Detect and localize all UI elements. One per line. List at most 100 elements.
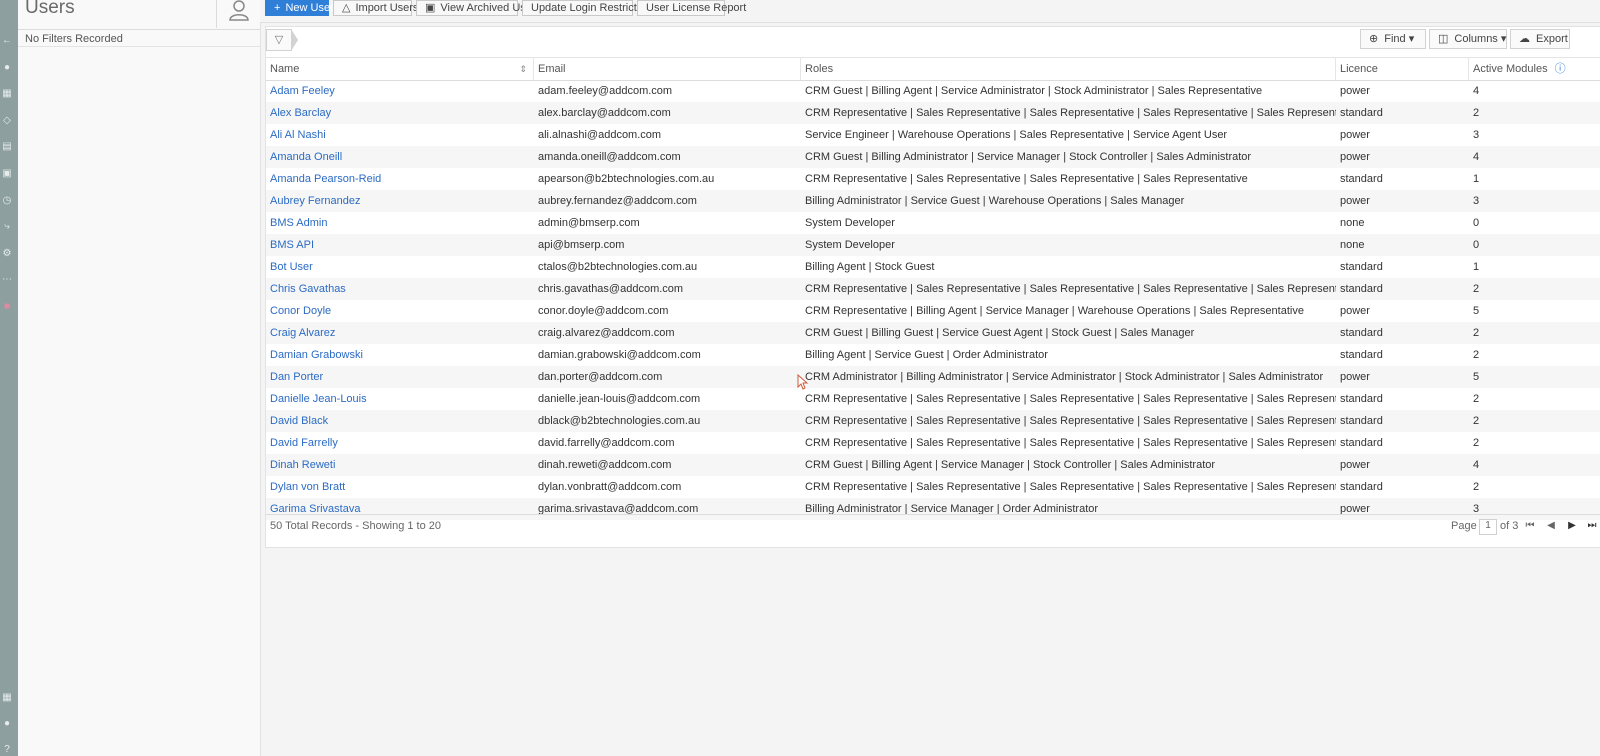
filter-button[interactable]: ▽ (266, 29, 292, 51)
email-cell: ctalos@b2btechnologies.com.au (538, 261, 698, 273)
table-row[interactable]: BMS API api@bmserp.com System Developer non… (266, 234, 1600, 256)
sort-icon[interactable]: ⇕ (519, 58, 527, 80)
table-row[interactable]: Amanda Oneill amanda.oneill@addcom.com CRM… (266, 146, 1600, 168)
user-name-link[interactable]: Dinah Reweti (266, 454, 534, 476)
roles-cell: Billing Agent | Stock Guest (805, 261, 935, 273)
new-user-button[interactable]: + New User (265, 0, 334, 16)
user-name-link[interactable]: Adam Feeley (266, 80, 534, 102)
email-cell: dblack@b2btechnologies.com.au (538, 415, 701, 427)
column-header-active-modules[interactable]: Active Modules ⓘ (1469, 58, 1600, 80)
user-name-link[interactable]: Bot User (266, 256, 534, 278)
column-header-licence[interactable]: Licence (1336, 58, 1469, 80)
last-page-icon[interactable]: ⏭ (1581, 515, 1600, 537)
grid-icon[interactable]: ▦ (1, 692, 13, 704)
import-users-button[interactable]: △ Import Users (333, 0, 418, 16)
active-modules-cell: 1 (1473, 173, 1480, 185)
active-modules-cell: 2 (1473, 393, 1480, 405)
filter-icon: ▽ (274, 34, 284, 46)
active-modules-cell: 4 (1473, 151, 1480, 163)
dots-icon[interactable]: ⋯ (1, 274, 13, 286)
org-icon[interactable]: ▦ (1, 88, 13, 100)
table-row[interactable]: David Black dblack@b2btechnologies.com.au… (266, 410, 1600, 432)
user-name-link[interactable]: Amanda Pearson-Reid (266, 168, 534, 190)
first-page-icon[interactable]: ⏮ (1519, 515, 1541, 537)
share-icon[interactable]: ⤷ (1, 221, 13, 233)
column-header-roles[interactable]: Roles (801, 58, 1336, 80)
user-name-link[interactable]: David Farrelly (266, 432, 534, 454)
email-cell: conor.doyle@addcom.com (538, 305, 669, 317)
info-icon[interactable]: ⓘ (1555, 63, 1566, 75)
licence-cell: standard (1340, 349, 1383, 361)
find-button[interactable]: ⊕ Find ▾ (1360, 29, 1426, 49)
user-name-link[interactable]: Chris Gavathas (266, 278, 534, 300)
table-row[interactable]: Danielle Jean-Louis danielle.jean-louis@a… (266, 388, 1600, 410)
active-modules-cell: 2 (1473, 107, 1480, 119)
active-modules-cell: 3 (1473, 129, 1480, 141)
history-icon[interactable]: ◷ (1, 195, 13, 207)
email-cell: david.farrelly@addcom.com (538, 437, 675, 449)
table-row[interactable]: Adam Feeley adam.feeley@addcom.com CRM Gue… (266, 80, 1600, 102)
user-name-link[interactable]: BMS Admin (266, 212, 534, 234)
update-login-restrictions-button[interactable]: Update Login Restrictions (522, 0, 657, 16)
roles-cell: CRM Guest | Billing Administrator | Serv… (805, 151, 1252, 163)
table-row[interactable]: Dinah Reweti dinah.reweti@addcom.com CRM G… (266, 454, 1600, 476)
table-row[interactable]: Dylan von Bratt dylan.vonbratt@addcom.com… (266, 476, 1600, 498)
badge-icon[interactable]: ■ (1, 301, 13, 313)
person-icon[interactable]: ● (1, 718, 13, 730)
user-name-link[interactable]: Ali Al Nashi (266, 124, 534, 146)
table-row[interactable]: Craig Alvarez craig.alvarez@addcom.com CRM… (266, 322, 1600, 344)
user-name-link[interactable]: Dylan von Bratt (266, 476, 534, 498)
table-row[interactable]: Damian Grabowski damian.grabowski@addcom.… (266, 344, 1600, 366)
table-row[interactable]: Ali Al Nashi ali.alnashi@addcom.com Servic… (266, 124, 1600, 146)
licence-cell: power (1340, 129, 1370, 141)
truck-icon[interactable]: ▣ (1, 168, 13, 180)
user-license-report-button[interactable]: User License Report (637, 0, 746, 16)
table-row[interactable]: Aubrey Fernandez aubrey.fernandez@addcom.… (266, 190, 1600, 212)
action-toolbar: + New User △ Import Users ▣ View Archived U… (260, 0, 1600, 23)
settings-icon[interactable]: ⚙ (1, 248, 13, 260)
table-row[interactable]: David Farrelly david.farrelly@addcom.com C… (266, 432, 1600, 454)
user-name-link[interactable]: Dan Porter (266, 366, 534, 388)
help-icon[interactable]: ? (1, 744, 13, 756)
user-name-link[interactable]: Damian Grabowski (266, 344, 534, 366)
table-row[interactable]: BMS Admin admin@bmserp.com System Develope… (266, 212, 1600, 234)
next-page-icon[interactable]: ▶ (1561, 515, 1583, 537)
user-name-link[interactable]: David Black (266, 410, 534, 432)
table-row[interactable]: Amanda Pearson-Reid apearson@b2btechnolog… (266, 168, 1600, 190)
email-cell: api@bmserp.com (538, 239, 625, 251)
export-button[interactable]: ☁ Export (1510, 29, 1570, 49)
column-header-email[interactable]: Email (534, 58, 801, 80)
user-name-link[interactable]: Aubrey Fernandez (266, 190, 534, 212)
licence-cell: standard (1340, 481, 1383, 493)
user-name-link[interactable]: Amanda Oneill (266, 146, 534, 168)
prev-page-icon[interactable]: ◀ (1540, 515, 1562, 537)
records-summary: 50 Total Records - Showing 1 to 20 (270, 520, 442, 532)
table-row[interactable]: Dan Porter dan.porter@addcom.com CRM Admin… (266, 366, 1600, 388)
licence-cell: power (1340, 305, 1370, 317)
table-row[interactable]: Alex Barclay alex.barclay@addcom.com CRM R… (266, 102, 1600, 124)
active-modules-cell: 5 (1473, 371, 1480, 383)
table-row[interactable]: Bot User ctalos@b2btechnologies.com.au Bil… (266, 256, 1600, 278)
licence-cell: power (1340, 151, 1370, 163)
column-header-name[interactable]: Name ⇕ (266, 58, 534, 80)
pager: Page 1 of 3 ⏮ ◀ ▶ ⏭ (1451, 515, 1600, 537)
user-name-link[interactable]: BMS API (266, 234, 534, 256)
user-icon[interactable]: ● (1, 62, 13, 74)
email-cell: apearson@b2btechnologies.com.au (538, 173, 715, 185)
email-cell: danielle.jean-louis@addcom.com (538, 393, 701, 405)
view-archived-users-button[interactable]: ▣ View Archived Users (416, 0, 541, 16)
table-row[interactable]: Chris Gavathas chris.gavathas@addcom.com C… (266, 278, 1600, 300)
table-row[interactable]: Conor Doyle conor.doyle@addcom.com CRM Rep… (266, 300, 1600, 322)
user-name-link[interactable]: Craig Alvarez (266, 322, 534, 344)
user-name-link[interactable]: Danielle Jean-Louis (266, 388, 534, 410)
tag-icon[interactable]: ◇ (1, 115, 13, 127)
back-icon[interactable]: ← (1, 35, 13, 47)
columns-button[interactable]: ◫ Columns ▾ (1429, 29, 1507, 49)
roles-cell: CRM Representative | Sales Representativ… (805, 437, 1336, 449)
active-modules-cell: 4 (1473, 85, 1480, 97)
list-icon[interactable]: ▤ (1, 141, 13, 153)
page-input[interactable]: 1 (1479, 519, 1497, 535)
user-name-link[interactable]: Alex Barclay (266, 102, 534, 124)
user-name-link[interactable]: Conor Doyle (266, 300, 534, 322)
user-avatar-area[interactable] (216, 0, 261, 28)
